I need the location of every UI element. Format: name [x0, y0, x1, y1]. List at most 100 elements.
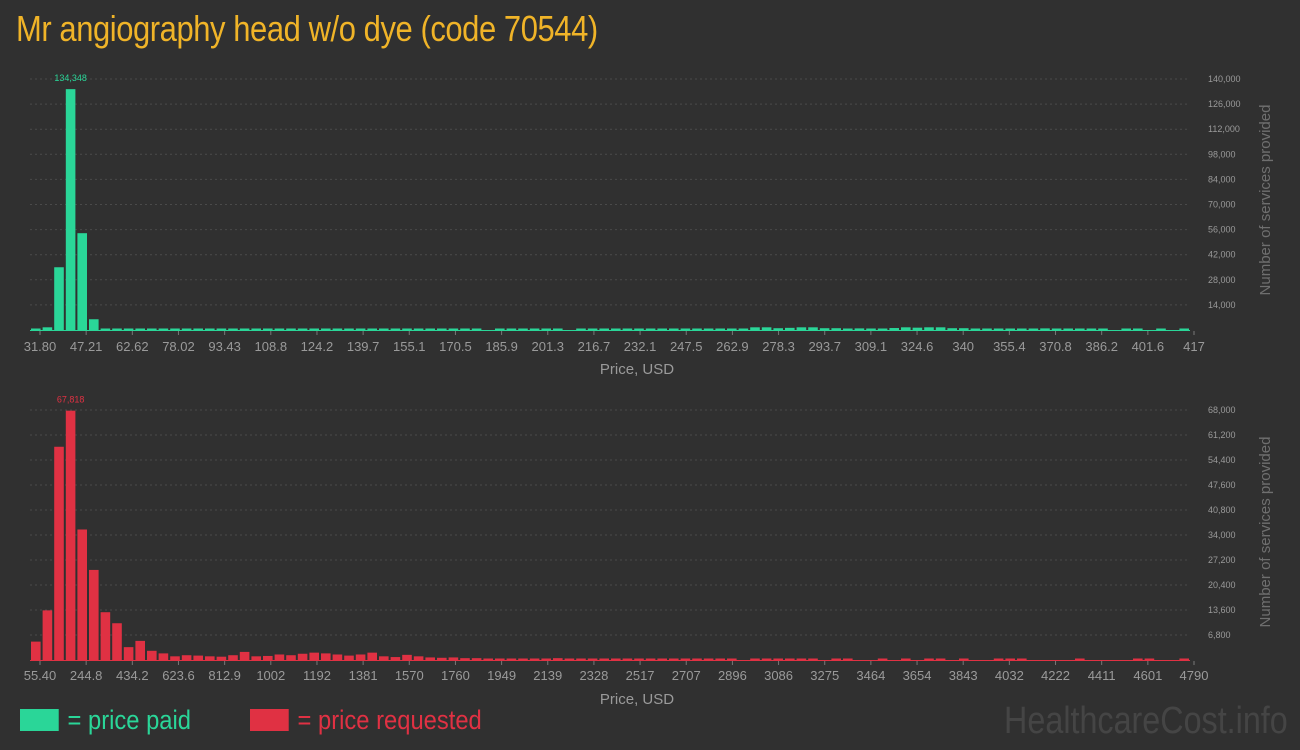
x-tick-label: 4032: [995, 668, 1024, 683]
histogram-bar: [611, 658, 621, 660]
histogram-bar: [483, 658, 493, 660]
histogram-bar: [796, 658, 807, 660]
x-tick-label: 3086: [764, 668, 793, 683]
histogram-bar: [89, 569, 99, 660]
histogram-bar: [785, 658, 795, 660]
y-tick-label: 13,600: [1208, 605, 1236, 615]
y-tick-label: 54,400: [1208, 455, 1236, 465]
x-axis-label: Price, USD: [600, 691, 674, 708]
y-tick-label: 68,000: [1208, 405, 1236, 415]
histogram-bar: [715, 658, 725, 660]
histogram-bar: [727, 658, 737, 660]
histogram-bar: [31, 641, 41, 660]
histogram-bar: [135, 640, 145, 660]
x-tick-label: 55.40: [24, 668, 57, 683]
histogram-bar: [1179, 658, 1189, 660]
histogram-bar: [448, 657, 459, 660]
histogram-bar: [622, 658, 633, 660]
x-tick-label: 3654: [903, 668, 932, 683]
y-tick-label: 40,800: [1208, 505, 1236, 515]
y-tick-label: 20,400: [1208, 580, 1236, 590]
histogram-bar: [645, 658, 656, 660]
histogram-bar: [42, 610, 53, 660]
histogram-bar: [703, 658, 714, 660]
histogram-bar: [413, 656, 424, 660]
histogram-bar: [228, 655, 238, 660]
x-tick-label: 4790: [1180, 668, 1209, 683]
y-axis-label: Number of services provided: [1257, 437, 1274, 628]
histogram-bar: [437, 657, 447, 660]
histogram-bar: [773, 658, 783, 660]
histogram-bar: [77, 529, 87, 660]
y-tick-label: 27,200: [1208, 555, 1236, 565]
histogram-bar: [332, 654, 343, 660]
histogram-bar: [553, 658, 563, 660]
legend-paid-label: = price paid: [67, 704, 192, 735]
histogram-bar: [831, 658, 841, 660]
x-tick-label: 3843: [949, 668, 978, 683]
x-tick-label: 2517: [626, 668, 655, 683]
histogram-bar: [263, 655, 273, 660]
x-tick-label: 1381: [349, 668, 378, 683]
histogram-bar: [286, 655, 296, 660]
histogram-bar: [147, 650, 157, 660]
x-tick-label: 4601: [1133, 668, 1162, 683]
histogram-bar: [251, 656, 261, 660]
histogram-bar: [669, 658, 679, 660]
x-tick-label: 1760: [441, 668, 470, 683]
histogram-bar: [193, 655, 203, 660]
histogram-bar: [1005, 658, 1015, 660]
x-tick-label: 3275: [810, 668, 839, 683]
histogram-bar: [808, 658, 818, 660]
histogram-bar: [274, 654, 285, 660]
histogram-bar: [692, 658, 702, 660]
histogram-bar: [205, 656, 215, 660]
x-tick-label: 812.9: [208, 668, 241, 683]
histogram-bar: [761, 658, 772, 660]
histogram-bar: [564, 658, 575, 660]
peak-value-label: 67,818: [57, 395, 85, 405]
histogram-bar: [877, 658, 888, 660]
x-tick-label: 1002: [256, 668, 285, 683]
histogram-bar: [460, 658, 470, 660]
legend-requested-label: = price requested: [297, 704, 482, 735]
y-tick-label: 61,200: [1208, 430, 1236, 440]
histogram-bar: [112, 623, 122, 660]
histogram-bar: [657, 658, 667, 660]
histogram-bar: [425, 657, 435, 660]
x-tick-label: 2707: [672, 668, 701, 683]
histogram-bar: [216, 656, 227, 660]
x-tick-label: 2896: [718, 668, 747, 683]
histogram-bar: [529, 658, 540, 660]
x-tick-label: 2139: [533, 668, 562, 683]
histogram-bar: [344, 655, 354, 660]
watermark-logo: HealthcareCost.info: [1004, 700, 1288, 742]
histogram-bar: [367, 652, 377, 660]
histogram-bar: [390, 657, 401, 660]
x-tick-label: 2328: [579, 668, 608, 683]
histogram-bar: [924, 658, 934, 660]
histogram-bar: [355, 654, 366, 660]
histogram-bar: [402, 654, 412, 660]
legend-requested: = price requested: [250, 705, 482, 735]
histogram-bar: [518, 658, 528, 660]
histogram-bar: [170, 656, 180, 660]
histogram-bar: [1017, 658, 1027, 660]
histogram-bar: [634, 658, 644, 660]
histogram-bar: [935, 658, 946, 660]
histogram-bar: [506, 658, 517, 660]
histogram-bar: [680, 658, 691, 660]
x-tick-label: 4411: [1088, 668, 1116, 683]
histogram-bar: [959, 658, 969, 660]
histogram-bar: [297, 653, 308, 660]
x-tick-label: 1949: [487, 668, 516, 683]
y-tick-label: 47,600: [1208, 480, 1236, 490]
histogram-bar: [65, 410, 76, 660]
histogram-bar: [100, 612, 111, 660]
histogram-bar: [158, 653, 169, 660]
histogram-bar: [379, 656, 389, 660]
histogram-bar: [993, 658, 1004, 660]
histogram-bar: [843, 658, 853, 660]
histogram-bar: [471, 658, 482, 660]
legend-paid: = price paid: [20, 705, 191, 735]
